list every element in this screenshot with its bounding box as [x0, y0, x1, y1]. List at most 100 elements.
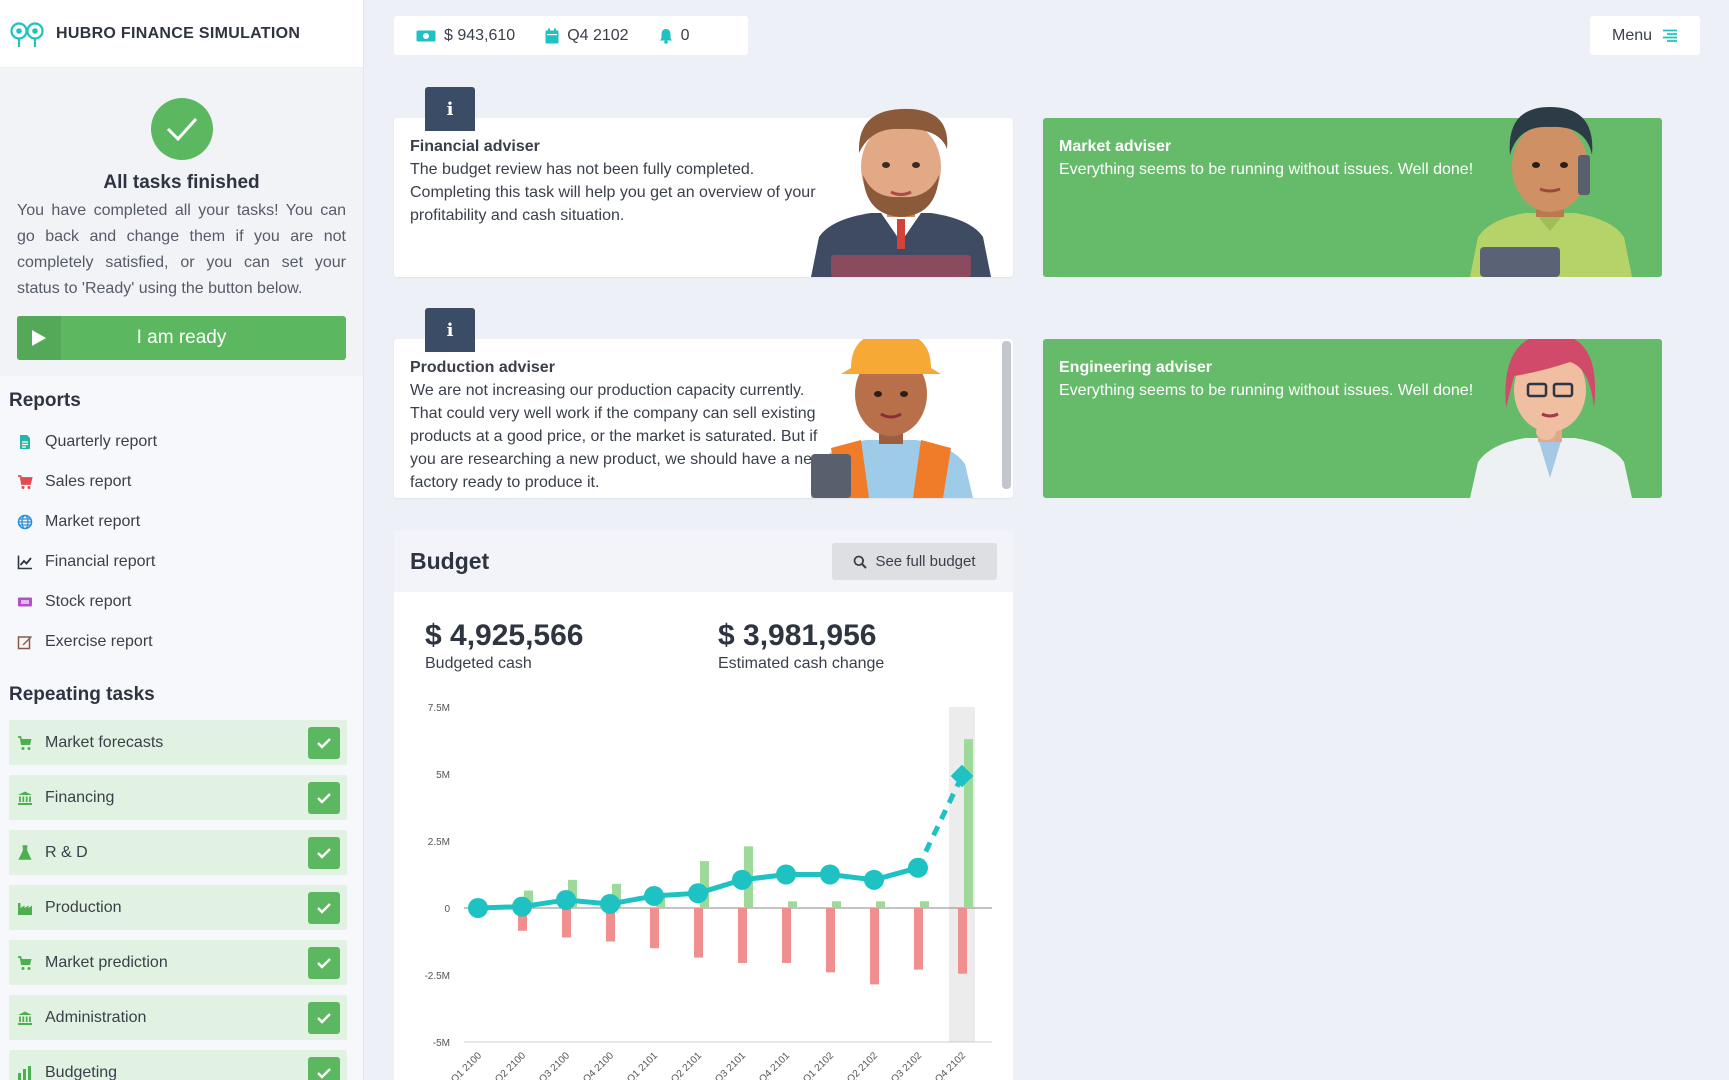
cash-point	[688, 883, 708, 904]
cash-point	[732, 869, 752, 890]
repeating-task-label: Budgeting	[45, 1063, 118, 1080]
report-item-sales[interactable]: Sales report	[9, 462, 363, 502]
x-tick-label: Q4 2101	[757, 1050, 792, 1080]
y-tick-label: -5M	[433, 1038, 450, 1049]
see-full-budget-label: See full budget	[875, 553, 976, 570]
adviser-name: Production adviser	[410, 359, 555, 376]
adviser-message: We are not increasing our production cap…	[410, 382, 824, 491]
report-item-stock[interactable]: Stock report	[9, 582, 363, 622]
see-full-budget-button[interactable]: See full budget	[832, 543, 997, 580]
cash-stat: $ 943,610	[416, 27, 515, 45]
status-bar: $ 943,610 Q4 2102 0	[394, 16, 748, 55]
cart-icon	[18, 955, 32, 970]
x-tick-label: Q2 2100	[493, 1050, 528, 1080]
cash-point	[908, 857, 928, 878]
calendar-icon	[545, 28, 559, 43]
adviser-message: Everything seems to be running without i…	[1059, 382, 1474, 399]
repeating-task-administration[interactable]: Administration	[9, 995, 347, 1040]
ticket-icon	[18, 597, 32, 607]
repeating-task-market-forecasts[interactable]: Market forecasts	[9, 720, 347, 765]
period-stat: Q4 2102	[545, 26, 629, 45]
budget-header: Budget See full budget	[394, 531, 1013, 592]
cash-point	[468, 898, 488, 918]
bar-chart-icon	[18, 1065, 31, 1080]
x-tick-label: Q4 2100	[581, 1050, 616, 1080]
repeating-tasks-heading: Repeating tasks	[9, 684, 155, 705]
negative-bar	[914, 908, 923, 970]
budgeted-cash-kpi: $ 4,925,566 Budgeted cash	[425, 619, 583, 673]
task-done-check-icon	[308, 836, 340, 869]
task-done-check-icon	[308, 781, 340, 814]
x-tick-label: Q1 2102	[801, 1050, 836, 1080]
y-tick-label: 0	[444, 904, 450, 915]
bell-icon	[659, 28, 672, 44]
bank-icon	[18, 791, 32, 805]
repeating-task-budgeting[interactable]: Budgeting	[9, 1050, 347, 1080]
negative-bar	[562, 908, 571, 938]
budgeted-cash-value: $ 4,925,566	[425, 619, 584, 652]
sidebar: HUBRO FINANCE SIMULATION All tasks finis…	[0, 0, 364, 1080]
repeating-task-production[interactable]: Production	[9, 885, 347, 930]
tasks-title: All tasks finished	[103, 172, 260, 193]
task-done-check-icon	[308, 891, 340, 924]
report-item-label: Market report	[45, 513, 141, 530]
repeating-task-market-prediction[interactable]: Market prediction	[9, 940, 347, 985]
adviser-scrollbar[interactable]	[1002, 341, 1011, 489]
positive-bar	[876, 901, 885, 908]
money-icon	[416, 30, 436, 41]
repeating-task-label: R & D	[45, 843, 88, 861]
financial-adviser-card: i Financial adviser The budget review ha…	[394, 87, 1013, 277]
adviser-name: Engineering adviser	[1059, 359, 1212, 376]
brand-header: HUBRO FINANCE SIMULATION	[0, 0, 363, 68]
menu-button[interactable]: Menu	[1590, 16, 1700, 55]
budget-title: Budget	[410, 548, 490, 574]
info-icon[interactable]: i	[425, 308, 475, 352]
repeating-task-label: Administration	[45, 1008, 147, 1026]
tasks-description: You have completed all your tasks! You c…	[17, 202, 346, 297]
repeating-task-label: Market prediction	[45, 953, 168, 971]
cash-point	[600, 893, 620, 914]
market-adviser-text: Market adviser Everything seems to be ru…	[1059, 135, 1489, 181]
cash-point	[644, 885, 664, 906]
negative-bar	[826, 908, 835, 973]
search-icon	[854, 555, 868, 569]
report-item-financial[interactable]: Financial report	[9, 542, 363, 582]
ready-button[interactable]: I am ready	[17, 316, 346, 360]
x-tick-label: Q1 2101	[625, 1050, 660, 1080]
estimated-change-value: $ 3,981,956	[718, 619, 877, 652]
financial-adviser-text: Financial adviser The budget review has …	[410, 135, 830, 227]
repeating-task-financing[interactable]: Financing	[9, 775, 347, 820]
task-done-check-icon	[308, 946, 340, 979]
adviser-name: Market adviser	[1059, 138, 1172, 155]
menu-lines-icon	[1663, 29, 1678, 42]
report-item-label: Sales report	[45, 473, 132, 490]
y-tick-label: 7.5M	[428, 703, 450, 714]
repeating-task-label: Market forecasts	[45, 733, 164, 751]
adviser-message: The budget review has not been fully com…	[410, 161, 816, 224]
x-tick-label: Q2 2102	[845, 1050, 880, 1080]
tasks-finished-panel: All tasks finished You have completed al…	[0, 68, 363, 376]
negative-bar	[694, 908, 703, 958]
repeating-task-r-and-d[interactable]: R & D	[9, 830, 347, 875]
budgeted-cash-label: Budgeted cash	[425, 655, 532, 672]
flask-icon	[18, 844, 32, 860]
engineering-adviser-avatar	[1470, 339, 1632, 498]
notifications-stat[interactable]: 0	[659, 26, 690, 45]
line-chart-icon	[17, 555, 32, 570]
budget-panel: Budget See full budget $ 4,925,566 Budge…	[394, 531, 1013, 1080]
negative-bar	[650, 908, 659, 949]
edit-icon	[17, 636, 32, 650]
report-item-exercise[interactable]: Exercise report	[9, 622, 363, 662]
negative-bar	[870, 908, 879, 985]
y-tick-label: 2.5M	[428, 837, 450, 848]
report-item-quarterly[interactable]: Quarterly report	[9, 422, 363, 462]
report-item-market[interactable]: Market report	[9, 502, 363, 542]
period-value: Q4 2102	[567, 26, 629, 44]
negative-bar	[958, 908, 967, 974]
document-icon	[20, 435, 30, 449]
reports-list: Quarterly report Sales report Market rep…	[0, 422, 363, 662]
negative-bar	[738, 908, 747, 963]
notifications-count: 0	[680, 26, 690, 44]
info-icon[interactable]: i	[425, 87, 475, 131]
globe-icon	[17, 514, 33, 530]
